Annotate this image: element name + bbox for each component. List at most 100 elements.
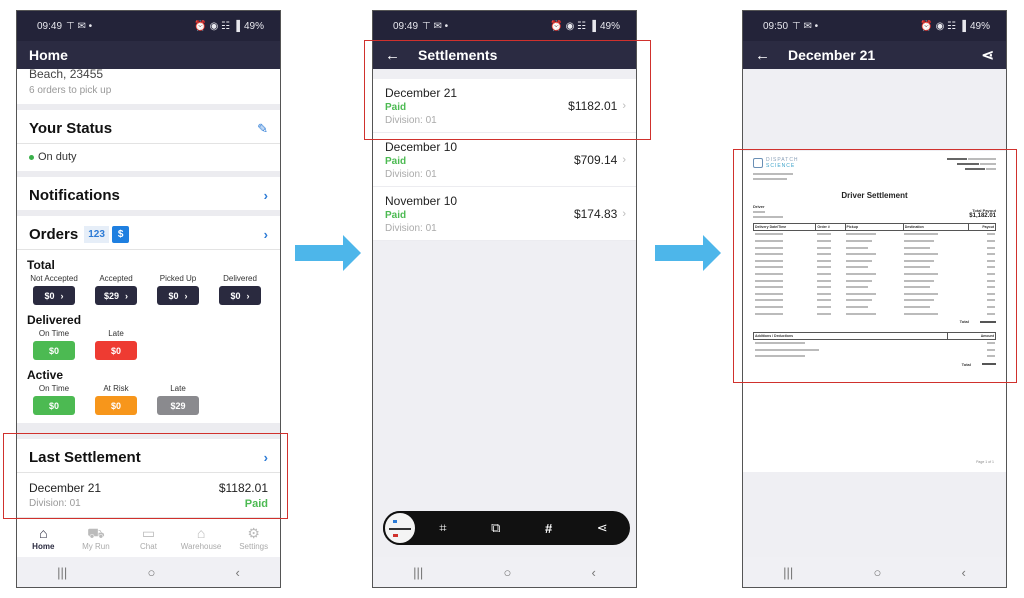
table-cell xyxy=(969,264,996,271)
settlement-status: Paid xyxy=(385,155,407,167)
active-group-title: Active xyxy=(27,368,64,382)
count-toggle[interactable]: 123 xyxy=(84,226,109,243)
table-cell xyxy=(845,257,903,264)
home-scroll-area[interactable]: Beach, 23455 6 orders to pick up Your St… xyxy=(17,69,280,517)
recent-apps-icon[interactable]: ||| xyxy=(57,565,67,580)
tab-settings[interactable]: ⚙ Settings xyxy=(228,525,280,551)
back-nav-icon[interactable]: ‹ xyxy=(962,565,966,580)
scan-icon[interactable]: ⌗ xyxy=(439,520,446,536)
status-bar: 09:49 ⊤ ✉ • ⏰ ◉ ☷ ▐ 49% xyxy=(373,11,636,41)
adjustments-total-label: Total xyxy=(961,361,971,367)
table-cell xyxy=(948,353,996,360)
hashtag-icon[interactable]: # xyxy=(545,521,552,536)
tab-home[interactable]: ⌂ Home xyxy=(17,525,69,551)
column-header: Destination xyxy=(902,223,970,231)
table-cell xyxy=(903,271,969,278)
delivered-stats: On Time $0 Late $0 xyxy=(17,329,280,360)
table-cell xyxy=(845,290,903,297)
table-cell xyxy=(845,231,903,238)
table-cell xyxy=(948,346,996,353)
table-row xyxy=(754,310,996,317)
app-bar: ← December 21 ⋖ xyxy=(743,41,1006,69)
notifications-card[interactable]: Notifications › xyxy=(17,177,280,210)
settlement-list-item[interactable]: December 21 Paid Division: 01 $1182.01 › xyxy=(373,79,636,133)
stat-label: Late xyxy=(108,329,124,338)
table-cell xyxy=(903,284,969,291)
recent-apps-icon[interactable]: ||| xyxy=(413,565,423,580)
table-cell xyxy=(903,251,969,258)
status-value: On duty xyxy=(38,151,77,163)
clock: 09:49 xyxy=(37,20,63,32)
active-late-button[interactable]: $29 xyxy=(157,396,199,415)
delivered-late-button[interactable]: $0 xyxy=(95,341,137,360)
chevron-right-icon[interactable]: › xyxy=(264,188,268,203)
chevron-right-icon[interactable]: › xyxy=(264,227,268,242)
crop-edit-icon[interactable]: ⧉ xyxy=(491,520,500,536)
document-meta xyxy=(947,157,996,181)
table-cell xyxy=(754,238,816,245)
back-nav-icon[interactable]: ‹ xyxy=(236,565,240,580)
last-settlement-title: Last Settlement xyxy=(29,449,141,466)
column-header: Amount xyxy=(947,331,996,340)
dollar-toggle[interactable]: $ xyxy=(111,226,130,243)
document-viewer[interactable]: DISPATCH SCIENCE Driver Settlement Drive… xyxy=(743,69,1006,557)
stat-label: Not Accepted xyxy=(30,274,78,283)
settlements-list[interactable]: December 21 Paid Division: 01 $1182.01 ›… xyxy=(373,69,636,557)
last-settlement-card[interactable]: Last Settlement › December 21 Division: … xyxy=(17,439,280,517)
page-title: December 21 xyxy=(788,47,876,63)
table-cell xyxy=(816,257,845,264)
home-button-icon[interactable]: ○ xyxy=(503,565,511,580)
arrow-right-icon xyxy=(295,235,361,271)
accepted-button[interactable]: $29 › xyxy=(95,286,137,305)
chevron-right-icon[interactable]: › xyxy=(264,450,268,465)
delivered-button[interactable]: $0 › xyxy=(219,286,261,305)
tab-my-run[interactable]: ⛟ My Run xyxy=(70,525,122,551)
home-button-icon[interactable]: ○ xyxy=(147,565,155,580)
screenshot-thumbnail[interactable] xyxy=(383,511,417,545)
table-cell xyxy=(754,346,948,353)
app-bar: ← Settlements xyxy=(373,41,636,69)
back-nav-icon[interactable]: ‹ xyxy=(592,565,596,580)
home-button-icon[interactable]: ○ xyxy=(873,565,881,580)
active-on-time-button[interactable]: $0 xyxy=(33,396,75,415)
system-nav-bar: ||| ○ ‹ xyxy=(743,557,1006,587)
settlement-division: Division: 01 xyxy=(385,222,437,234)
share-icon[interactable]: ⋖ xyxy=(597,520,608,536)
tab-label: Home xyxy=(32,541,55,551)
settlement-list-item[interactable]: December 10 Paid Division: 01 $709.14 › xyxy=(373,133,636,187)
notification-icons: ⊤ ✉ • xyxy=(66,20,93,32)
table-cell xyxy=(969,231,996,238)
edit-pencil-icon[interactable]: ✎ xyxy=(257,121,268,137)
back-arrow-icon[interactable]: ← xyxy=(755,47,770,64)
pickup-card[interactable]: Beach, 23455 6 orders to pick up xyxy=(17,69,280,104)
table-cell xyxy=(845,297,903,304)
table-cell xyxy=(969,297,996,304)
tab-warehouse[interactable]: ⌂ Warehouse xyxy=(175,525,227,551)
settlement-list-item[interactable]: November 10 Paid Division: 01 $174.83 › xyxy=(373,187,636,241)
bottom-tab-bar: ⌂ Home ⛟ My Run ▭ Chat ⌂ Warehouse ⚙ Settings xyxy=(17,517,280,557)
delivered-on-time-button[interactable]: $0 xyxy=(33,341,75,360)
table-row xyxy=(754,257,996,264)
notification-icons: ⊤ ✉ • xyxy=(422,20,449,32)
battery-level: 49% xyxy=(599,20,620,32)
table-cell xyxy=(903,277,969,284)
table-cell xyxy=(903,310,969,317)
back-arrow-icon[interactable]: ← xyxy=(385,47,400,64)
recent-apps-icon[interactable]: ||| xyxy=(783,565,793,580)
picked-up-button[interactable]: $0 › xyxy=(157,286,199,305)
page-title: Settlements xyxy=(418,47,498,63)
tab-chat[interactable]: ▭ Chat xyxy=(122,525,174,551)
stat-value: $0 xyxy=(44,290,55,301)
table-row xyxy=(754,244,996,251)
table-cell xyxy=(969,257,996,264)
table-cell xyxy=(845,277,903,284)
table-cell xyxy=(969,271,996,278)
table-cell xyxy=(845,238,903,245)
table-cell xyxy=(754,251,816,258)
not-accepted-button[interactable]: $0 › xyxy=(33,286,75,305)
active-at-risk-button[interactable]: $0 xyxy=(95,396,137,415)
share-icon[interactable]: ⋖ xyxy=(981,46,994,64)
table-cell xyxy=(816,271,845,278)
table-cell xyxy=(816,277,845,284)
document-heading: Driver Settlement xyxy=(841,191,908,200)
